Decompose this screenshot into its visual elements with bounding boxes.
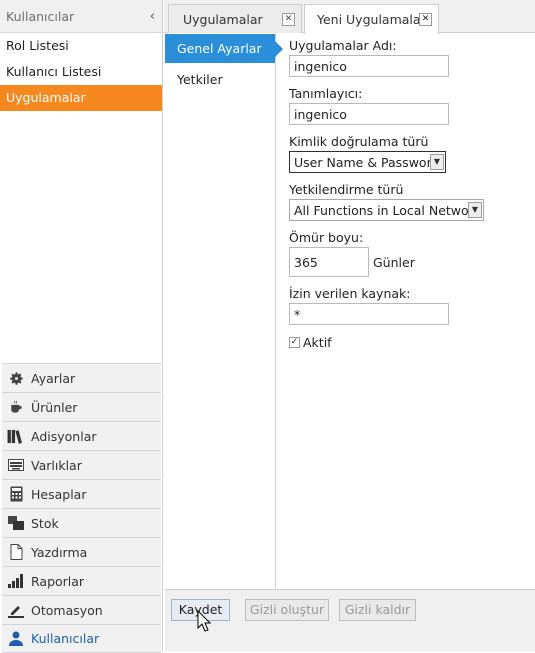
active-label: Aktif [303,335,332,350]
nav-label: Kullanıcılar [31,631,100,646]
authorization-type-label: Yetkilendirme türü [289,182,404,197]
main-nav: Ayarlar Ürünler Adisyonlar Varlıklar Hes… [2,363,161,653]
books-icon [7,428,25,444]
active-checkbox[interactable]: ✓ [289,337,300,348]
nav-label: Otomasyon [31,602,103,618]
identifier-label: Tanımlayıcı: [289,86,363,101]
keyboard-icon [7,457,25,473]
tab-uygulamalar[interactable]: Uygulamalar ✕ [168,4,302,33]
nav-item-urunler[interactable]: Ürünler [2,392,161,421]
nav-label: Stok [31,515,59,531]
tab-label: Yeni Uygulamalar Ekle [317,12,419,27]
identifier-input[interactable] [289,103,449,125]
app-name-input[interactable] [289,55,449,77]
lifetime-row: Günler [289,247,529,277]
nav-item-otomasyon[interactable]: Otomasyon [2,595,161,624]
create-secret-button[interactable]: Gizli oluştur [245,599,329,621]
remove-secret-button[interactable]: Gizli kaldır [339,599,416,621]
nav-label: Ayarlar [31,370,76,386]
mouse-cursor-icon [197,610,212,632]
bar-chart-icon [7,573,25,589]
auth-type-select[interactable]: User Name & Password ▼ [289,151,446,173]
sidebar-title: Kullanıcılar [6,8,75,24]
gear-icon [7,370,25,386]
document-icon [7,544,25,560]
tab-label: Uygulamalar [183,11,263,27]
nav-label: Adisyonlar [31,428,97,444]
lifetime-label: Ömür boyu: [289,230,364,245]
nav-item-varliklar[interactable]: Varlıklar [2,450,161,479]
sidebar: Kullanıcılar ‹ Rol Listesi Kullanıcı Lis… [0,0,163,653]
user-icon [7,631,25,647]
settings-subnav: Genel Ayarlar Yetkiler [165,33,283,589]
sidebar-item-kullanici-listesi[interactable]: Kullanıcı Listesi [0,59,162,85]
collapse-icon[interactable]: ‹ [150,9,155,24]
nav-item-adisyonlar[interactable]: Adisyonlar [2,421,161,450]
authorization-type-select[interactable]: All Functions in Local Network ▼ [289,199,484,221]
pen-icon [7,602,25,618]
allowed-source-input[interactable] [289,303,449,325]
nav-item-hesaplar[interactable]: Hesaplar [2,479,161,508]
nav-label: Varlıklar [31,457,82,473]
nav-item-ayarlar[interactable]: Ayarlar [2,363,161,392]
application-form: Uygulamalar Adı: Tanımlayıcı: Kimlik doğ… [289,37,529,350]
chevron-down-icon: ▼ [468,202,482,218]
allowed-source-label: İzin verilen kaynak: [289,286,411,301]
action-bar: Kaydet Gizli oluştur Gizli kaldır [165,589,535,651]
nav-item-kullanicilar[interactable]: Kullanıcılar [2,624,161,653]
subtab-yetkiler[interactable]: Yetkiler [165,65,275,94]
tab-yeni-uygulamalar-ekle[interactable]: Yeni Uygulamalar Ekle ✕ [304,4,439,34]
app-name-label: Uygulamalar Adı: [289,38,397,53]
lifetime-input[interactable] [289,247,369,277]
sidebar-item-uygulamalar[interactable]: Uygulamalar [0,85,162,111]
auth-type-label: Kimlik doğrulama türü [289,134,429,149]
stock-icon [7,515,25,531]
nav-item-stok[interactable]: Stok [2,508,161,537]
nav-label: Yazdırma [31,544,88,560]
calculator-icon [7,486,25,502]
nav-item-raporlar[interactable]: Raporlar [2,566,161,595]
close-icon[interactable]: ✕ [419,13,432,26]
authorization-type-value: All Functions in Local Network [294,202,482,218]
coffee-icon [7,399,25,415]
chevron-down-icon: ▼ [430,154,444,170]
nav-item-yazdirma[interactable]: Yazdırma [2,537,161,566]
nav-label: Hesaplar [31,486,87,502]
tab-strip: Uygulamalar ✕ Yeni Uygulamalar Ekle ✕ [164,0,535,34]
sidebar-item-rol-listesi[interactable]: Rol Listesi [0,33,162,59]
auth-type-value: User Name & Password [294,154,440,170]
nav-label: Ürünler [31,399,78,415]
sidebar-header: Kullanıcılar ‹ [0,0,162,33]
lifetime-unit: Günler [373,254,415,270]
active-checkbox-row: ✓ Aktif [289,335,529,350]
nav-label: Raporlar [31,573,85,589]
subtab-genel-ayarlar[interactable]: Genel Ayarlar [165,34,283,63]
close-icon[interactable]: ✕ [282,12,295,26]
